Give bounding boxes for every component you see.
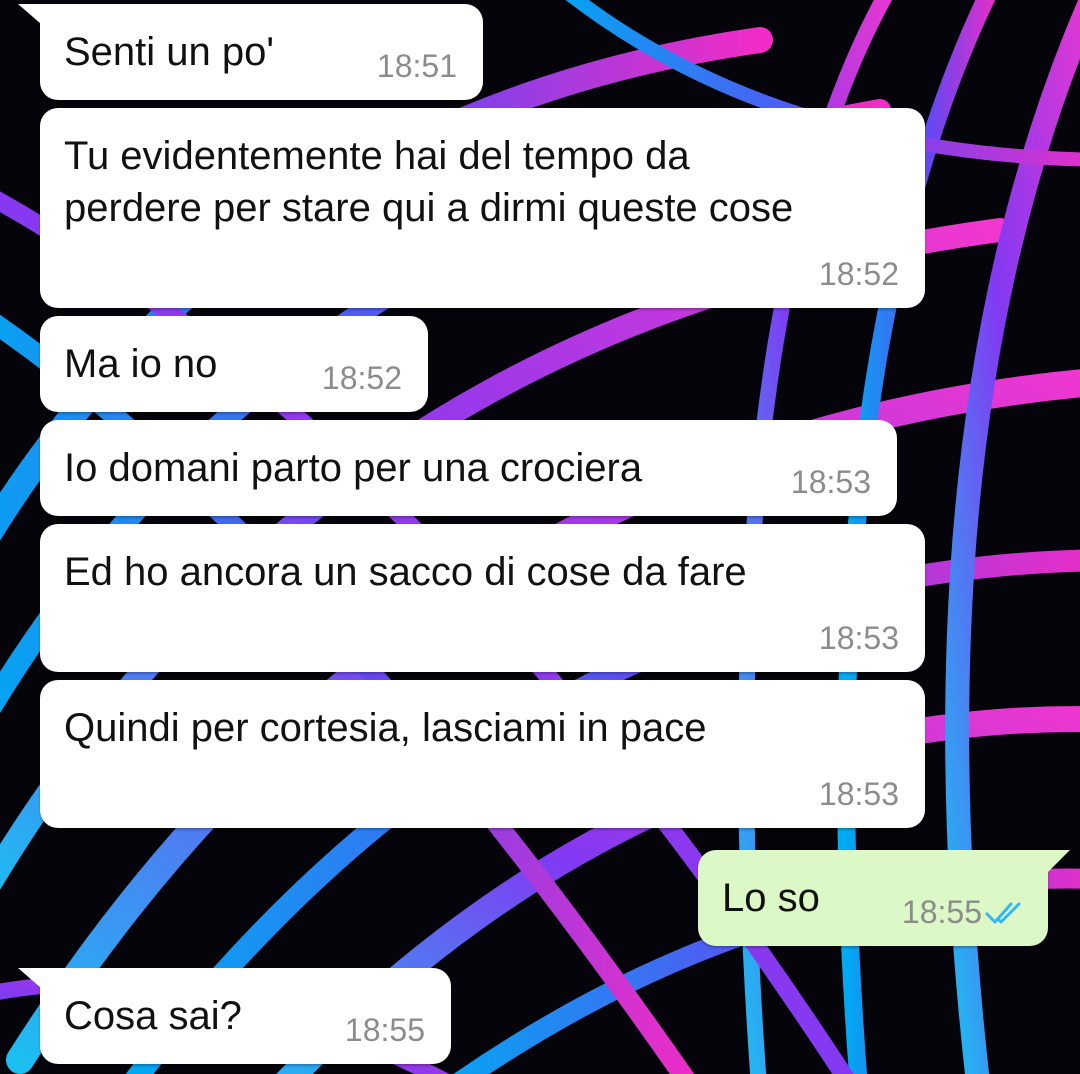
- message-timestamp: 18:53: [790, 464, 871, 500]
- message-text: Ed ho ancora un sacco di cose da fare: [64, 550, 747, 594]
- message-timestamp: 18:52: [818, 256, 899, 292]
- incoming-message[interactable]: Quindi per cortesia, lasciami in pace 18:…: [40, 680, 925, 828]
- incoming-message[interactable]: Senti un po' 18:51: [18, 4, 483, 100]
- message-text: Quindi per cortesia, lasciami in pace: [64, 706, 707, 750]
- double-check-icon: [985, 902, 1021, 924]
- incoming-message[interactable]: Ma io no 18:52: [40, 316, 428, 412]
- message-text: Io domani parto per una crociera: [64, 446, 643, 490]
- message-text: Tu evidentemente hai del tempo da perder…: [64, 134, 794, 230]
- outgoing-message[interactable]: Lo so 18:55: [698, 850, 1070, 946]
- bubble-tail: [18, 4, 48, 30]
- incoming-message[interactable]: Tu evidentemente hai del tempo da perder…: [40, 108, 925, 308]
- bubble-tail: [18, 968, 48, 994]
- message-timestamp: 18:53: [818, 620, 899, 656]
- message-timestamp: 18:55: [901, 894, 982, 930]
- message-timestamp: 18:51: [376, 48, 457, 84]
- message-timestamp: 18:55: [344, 1012, 425, 1048]
- message-timestamp: 18:52: [321, 360, 402, 396]
- incoming-message[interactable]: Ed ho ancora un sacco di cose da fare 18:…: [40, 524, 925, 672]
- message-timestamp: 18:53: [818, 776, 899, 812]
- bubble-tail: [1040, 850, 1070, 876]
- incoming-message[interactable]: Cosa sai? 18:55: [18, 968, 451, 1064]
- incoming-message[interactable]: Io domani parto per una crociera 18:53: [40, 420, 897, 516]
